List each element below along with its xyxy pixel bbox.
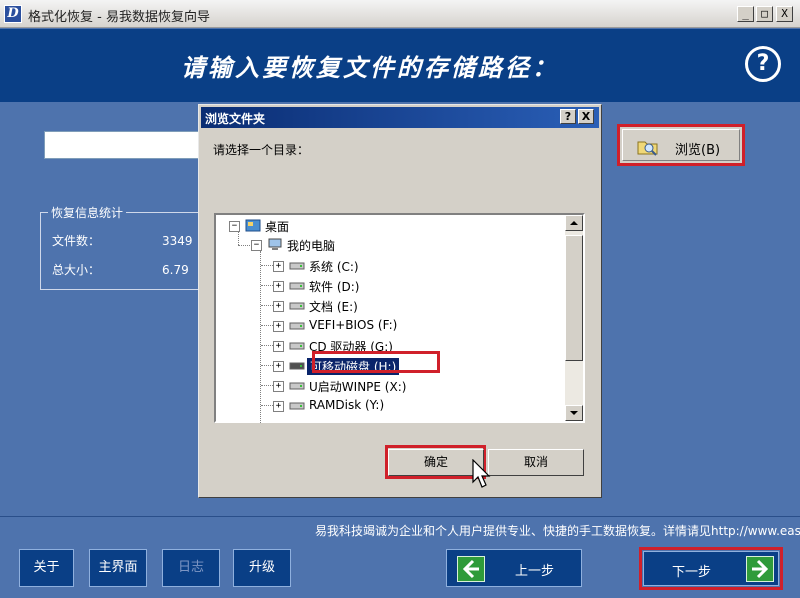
size-value: 6.79 bbox=[162, 263, 189, 277]
scroll-up-icon bbox=[570, 221, 578, 225]
expand-icon[interactable]: + bbox=[273, 301, 284, 312]
tree-node-drive[interactable]: + RAMDisk (Y:) bbox=[261, 397, 443, 415]
tree-guide bbox=[261, 385, 273, 386]
close-button[interactable]: X bbox=[776, 6, 793, 22]
tree-label: 桌面 bbox=[265, 220, 290, 234]
app-logo-icon: D bbox=[4, 5, 22, 23]
page-title: 请输入要恢复文件的存储路径： bbox=[181, 54, 559, 82]
ticker-text: 易我科技竭诚为企业和个人用户提供专业、快捷的手工数据恢复。详情请见http://… bbox=[315, 524, 800, 538]
tree-label: 我的电脑 bbox=[287, 239, 336, 253]
path-input[interactable] bbox=[44, 131, 214, 159]
scroll-down-icon bbox=[570, 411, 578, 415]
dialog-close-button[interactable]: X bbox=[578, 109, 594, 124]
tree-guide bbox=[260, 251, 261, 423]
size-label: 总大小： bbox=[52, 263, 101, 277]
tree-node-drive[interactable]: + VEFI+BIOS (F:) bbox=[261, 317, 443, 335]
help-button[interactable]: ? bbox=[745, 46, 781, 82]
expand-icon[interactable]: + bbox=[273, 381, 284, 392]
browse-button-label: 浏览(B) bbox=[675, 143, 721, 158]
tree-label: 软件 (D:) bbox=[309, 280, 360, 294]
tree-guide bbox=[261, 365, 273, 366]
expand-icon[interactable]: + bbox=[273, 361, 284, 372]
tree-label: VEFI+BIOS (F:) bbox=[309, 318, 398, 332]
tree-guide bbox=[261, 325, 273, 326]
tree-node-desktop[interactable]: − 桌面 bbox=[229, 217, 349, 235]
drive-icon bbox=[289, 402, 305, 410]
scroll-thumb[interactable] bbox=[565, 235, 583, 361]
tree-label: RAMDisk (Y:) bbox=[309, 398, 385, 412]
tree-label: 系统 (C:) bbox=[309, 260, 359, 274]
about-button[interactable]: 关于 bbox=[19, 549, 74, 587]
computer-icon bbox=[268, 238, 282, 250]
files-label: 文件数： bbox=[52, 234, 101, 248]
expand-icon[interactable]: + bbox=[273, 401, 284, 412]
dialog-help-button[interactable]: ? bbox=[560, 109, 576, 124]
prev-button-label: 上一步 bbox=[515, 564, 555, 579]
tree-guide bbox=[261, 345, 273, 346]
tree-guide bbox=[261, 305, 273, 306]
tree-node-computer[interactable]: − 我的电脑 bbox=[251, 236, 391, 254]
drive-icon bbox=[289, 262, 305, 270]
drive-icon bbox=[289, 322, 305, 330]
expand-icon[interactable]: + bbox=[273, 321, 284, 332]
footer-divider bbox=[0, 516, 800, 517]
drive-icon bbox=[289, 342, 305, 350]
mouse-pointer-icon bbox=[472, 459, 491, 488]
browse-button[interactable]: 浏览(B) bbox=[617, 124, 745, 166]
stats-group bbox=[40, 212, 215, 290]
stats-legend: 恢复信息统计 bbox=[48, 204, 127, 221]
tree-node-drive[interactable]: + 系统 (C:) bbox=[261, 257, 443, 275]
tree-label: U启动WINPE (X:) bbox=[309, 380, 407, 394]
maximize-button[interactable]: □ bbox=[756, 6, 773, 22]
tree-guide bbox=[238, 245, 252, 246]
main-menu-button[interactable]: 主界面 bbox=[89, 549, 147, 587]
dialog-title: 浏览文件夹 bbox=[205, 112, 266, 126]
window-title: 格式化恢复 - 易我数据恢复向导 bbox=[28, 10, 210, 25]
next-button[interactable]: 下一步 bbox=[643, 551, 779, 586]
tree-guide bbox=[261, 285, 273, 286]
collapse-icon[interactable]: − bbox=[251, 240, 262, 251]
tree-node-drive[interactable]: + 文档 (E:) bbox=[261, 297, 443, 315]
upgrade-button[interactable]: 升级 bbox=[233, 549, 291, 587]
files-value: 3349 bbox=[162, 234, 193, 248]
tree-node-drive[interactable]: + 软件 (D:) bbox=[261, 277, 443, 295]
drive-icon bbox=[289, 302, 305, 310]
collapse-icon[interactable]: − bbox=[229, 221, 240, 232]
cancel-button[interactable]: 取消 bbox=[488, 449, 584, 476]
drive-icon bbox=[289, 282, 305, 290]
tree-node-drive[interactable]: + U启动WINPE (X:) bbox=[261, 377, 443, 395]
expand-icon[interactable]: + bbox=[273, 261, 284, 272]
dialog-prompt: 请选择一个目录： bbox=[213, 143, 310, 157]
arrow-left-icon bbox=[457, 556, 485, 582]
desktop-icon bbox=[245, 219, 261, 232]
arrow-right-icon bbox=[746, 556, 774, 582]
expand-icon[interactable]: + bbox=[273, 281, 284, 292]
minimize-button[interactable]: _ bbox=[737, 6, 754, 22]
prev-button[interactable]: 上一步 bbox=[446, 549, 582, 587]
info-ticker: 易我科技竭诚为企业和个人用户提供专业、快捷的手工数据恢复。详情请见http://… bbox=[0, 521, 800, 539]
next-button-label: 下一步 bbox=[672, 565, 712, 580]
tree-guide bbox=[261, 265, 273, 266]
drive-icon bbox=[289, 382, 305, 390]
tree-guide bbox=[261, 405, 273, 406]
tree-label: 文档 (E:) bbox=[309, 300, 358, 314]
folder-search-icon bbox=[637, 141, 658, 156]
selected-item-outline bbox=[312, 351, 440, 373]
drive-icon bbox=[289, 362, 305, 370]
log-button[interactable]: 日志 bbox=[162, 549, 220, 587]
scroll-down-button[interactable] bbox=[565, 405, 583, 421]
ok-button[interactable]: 确定 bbox=[388, 449, 484, 476]
expand-icon[interactable]: + bbox=[273, 341, 284, 352]
scroll-up-button[interactable] bbox=[565, 215, 583, 231]
